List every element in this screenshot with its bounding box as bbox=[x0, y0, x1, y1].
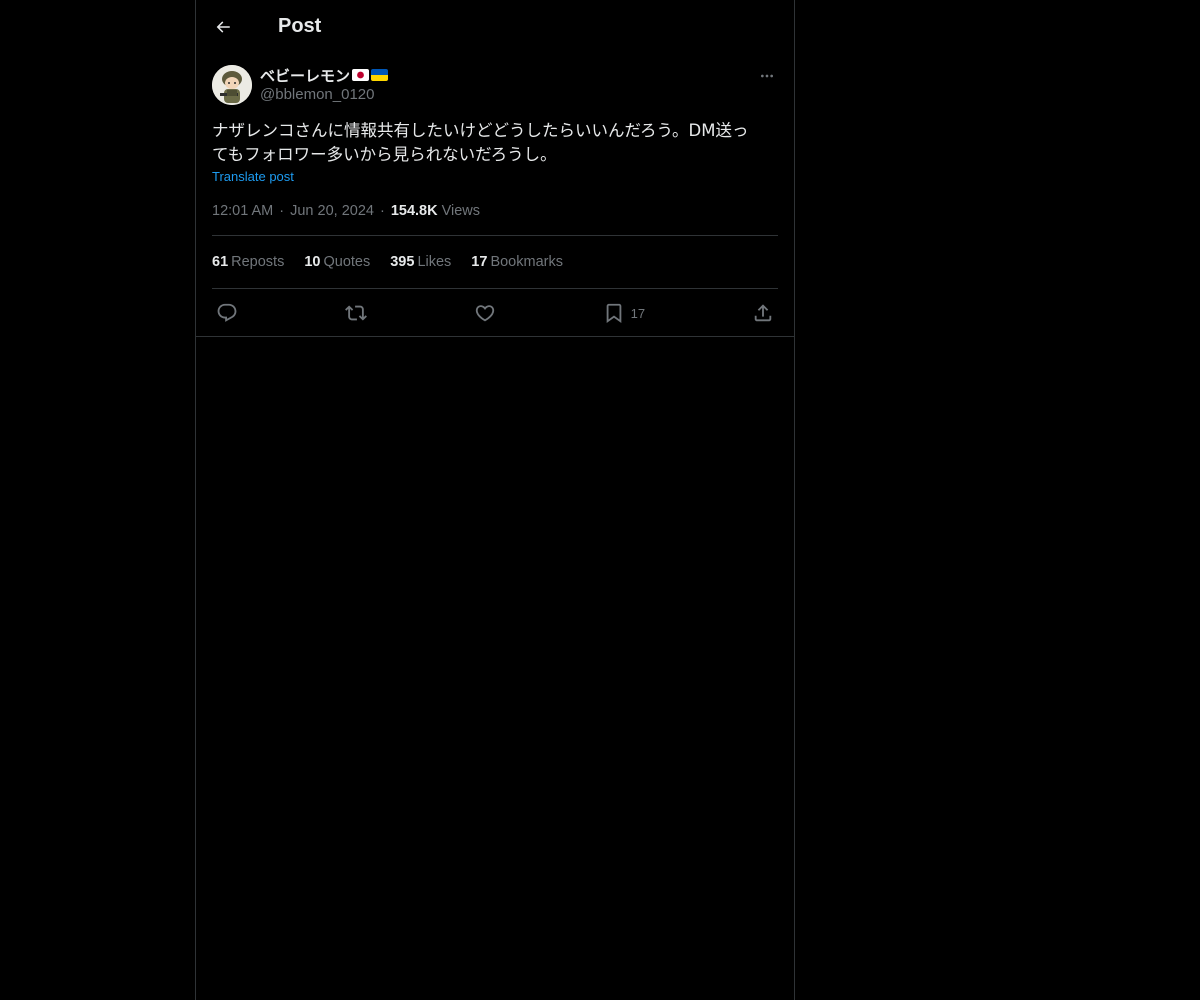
repost-button[interactable] bbox=[344, 302, 367, 324]
stat-count: 17 bbox=[471, 254, 488, 270]
display-name[interactable]: ベビーレモン bbox=[260, 65, 350, 86]
main-column: Post ベビーレモン @bblemon_0120 ナザレンコさんに情報共有した… bbox=[195, 0, 795, 1000]
reply-icon bbox=[217, 303, 237, 322]
bookmark-count: 17 bbox=[630, 306, 646, 321]
views-label: Views bbox=[441, 203, 481, 219]
display-name-row: ベビーレモン bbox=[260, 65, 389, 86]
post-text: ナザレンコさんに情報共有したいけどどうしたらいいんだろう。DM送っ てもフォロワ… bbox=[212, 121, 749, 164]
avatar[interactable] bbox=[212, 65, 252, 105]
post-detail: ベビーレモン @bblemon_0120 ナザレンコさんに情報共有したいけどどう… bbox=[196, 53, 794, 337]
stat-count: 10 bbox=[304, 254, 321, 270]
ukraine-flag-icon bbox=[371, 69, 389, 81]
repost-icon bbox=[344, 305, 367, 320]
views-count: 154.8K bbox=[390, 203, 438, 219]
post-author: ベビーレモン @bblemon_0120 bbox=[212, 65, 778, 105]
like-button[interactable] bbox=[474, 302, 496, 324]
separator-dot: · bbox=[379, 203, 385, 219]
heart-icon bbox=[475, 304, 494, 321]
page-title: Post bbox=[278, 15, 322, 37]
share-icon bbox=[754, 303, 772, 321]
action-bar: 17 bbox=[212, 289, 778, 336]
translate-post-link[interactable]: Translate post bbox=[212, 169, 294, 184]
more-horizontal-icon bbox=[761, 74, 773, 78]
quotes-stat[interactable]: 10 Quotes bbox=[304, 254, 370, 270]
more-options-button[interactable] bbox=[756, 65, 778, 87]
soldier-avatar-icon bbox=[212, 65, 252, 105]
post-time[interactable]: 12:01 AM bbox=[212, 203, 273, 219]
post-meta: 12:01 AM · Jun 20, 2024 · 154.8K Views bbox=[212, 203, 778, 236]
stat-count: 61 bbox=[212, 254, 229, 270]
bookmark-button[interactable]: 17 bbox=[603, 302, 645, 324]
back-button[interactable] bbox=[206, 10, 240, 44]
arrow-left-icon bbox=[216, 20, 230, 33]
stat-count: 395 bbox=[390, 254, 415, 270]
share-button[interactable] bbox=[752, 302, 774, 324]
engagement-stats: 61 Reposts 10 Quotes 395 Likes 17 Bookmarks bbox=[212, 236, 778, 289]
likes-stat[interactable]: 395 Likes bbox=[390, 254, 451, 270]
reposts-stat[interactable]: 61 Reposts bbox=[212, 254, 284, 270]
page-header: Post bbox=[196, 0, 794, 53]
author-handle[interactable]: @bblemon_0120 bbox=[260, 86, 388, 103]
bookmarks-stat[interactable]: 17 Bookmarks bbox=[471, 254, 563, 270]
post-date[interactable]: Jun 20, 2024 bbox=[290, 203, 374, 219]
separator-dot: · bbox=[279, 203, 285, 219]
reply-button[interactable] bbox=[216, 302, 238, 324]
japan-flag-icon bbox=[352, 69, 370, 81]
stat-label: Reposts bbox=[231, 254, 285, 270]
stat-label: Bookmarks bbox=[490, 254, 563, 270]
stat-label: Quotes bbox=[323, 254, 371, 270]
stat-label: Likes bbox=[417, 254, 452, 270]
author-names: ベビーレモン @bblemon_0120 bbox=[260, 65, 389, 103]
bookmark-icon bbox=[606, 303, 621, 323]
